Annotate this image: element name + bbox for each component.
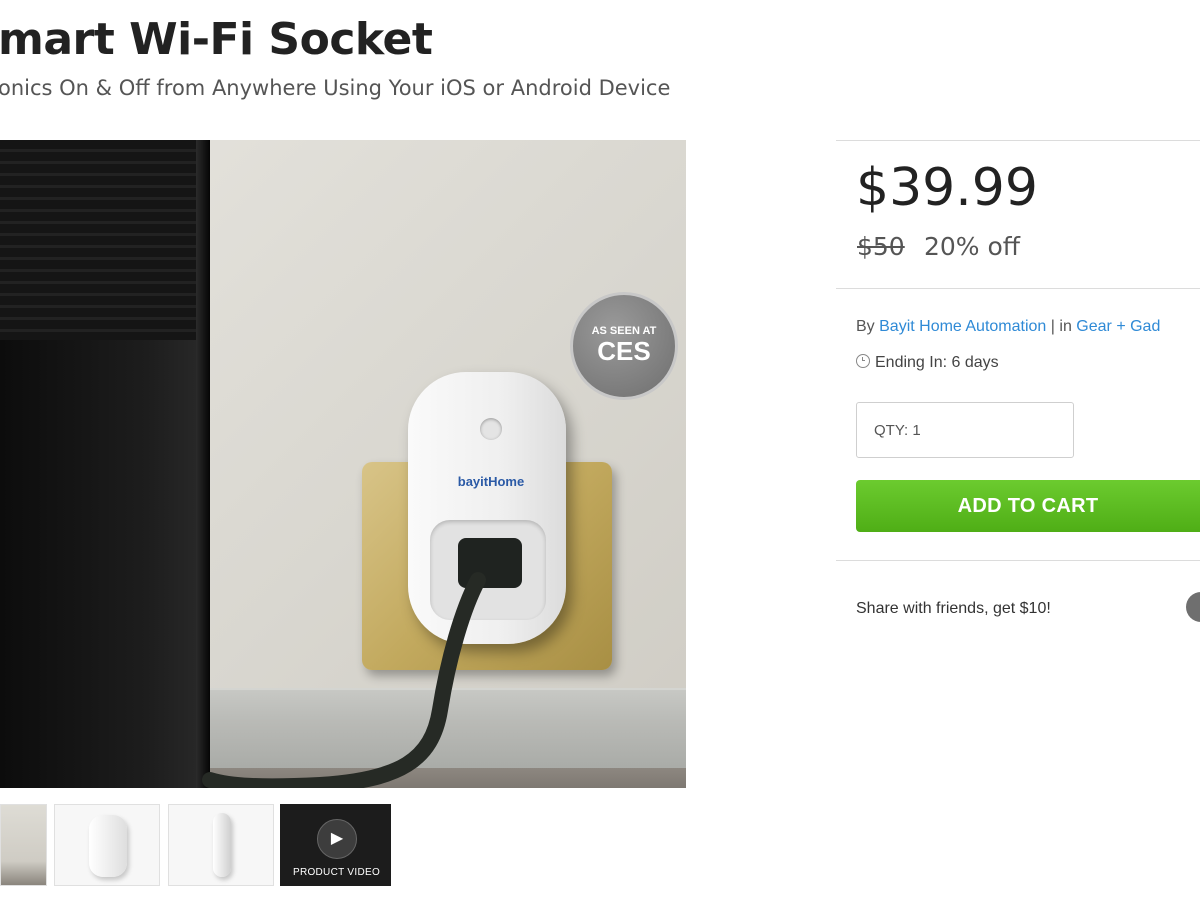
share-icon[interactable] — [1186, 592, 1200, 622]
discount-label: 20% off — [924, 232, 1021, 261]
add-to-cart-button[interactable]: ADD TO CART — [856, 480, 1200, 532]
divider-top — [836, 140, 1200, 141]
product-subtitle: onics On & Off from Anywhere Using Your … — [0, 76, 671, 100]
sale-price: $39.99 — [856, 158, 1038, 218]
ces-badge: AS SEEN AT CES — [570, 292, 678, 400]
original-price: $50 — [857, 232, 905, 261]
divider-middle — [836, 288, 1200, 289]
by-prefix: By — [856, 318, 875, 335]
video-label: PRODUCT VIDEO — [292, 867, 381, 878]
socket-front-thumb-icon — [89, 815, 127, 877]
thumbnail-1[interactable] — [0, 804, 47, 886]
socket-side-thumb-icon — [213, 813, 231, 877]
ending-info: Ending In: 6 days — [856, 354, 999, 372]
power-cord — [202, 572, 486, 788]
ces-badge-line2: CES — [597, 336, 651, 366]
category-separator: | in — [1050, 318, 1072, 335]
quantity-select[interactable]: QTY: 1 — [856, 402, 1074, 458]
product-title: mart Wi-Fi Socket — [0, 14, 433, 65]
vendor-link[interactable]: Bayit Home Automation — [879, 318, 1046, 335]
thumbnail-product-video[interactable]: ▶ PRODUCT VIDEO — [280, 804, 391, 886]
divider-bottom — [836, 560, 1200, 561]
clock-icon — [856, 354, 870, 368]
play-icon[interactable]: ▶ — [317, 819, 357, 859]
share-text: Share with friends, get $10! — [856, 600, 1051, 617]
ending-text: Ending In: 6 days — [875, 354, 999, 371]
product-main-image[interactable]: bayitHome AS SEEN AT CES — [0, 140, 686, 788]
vendor-line: By Bayit Home Automation | in Gear + Gad — [856, 318, 1160, 336]
thumbnail-3[interactable] — [168, 804, 274, 886]
thumbnail-2[interactable] — [54, 804, 160, 886]
category-link[interactable]: Gear + Gad — [1076, 318, 1160, 335]
